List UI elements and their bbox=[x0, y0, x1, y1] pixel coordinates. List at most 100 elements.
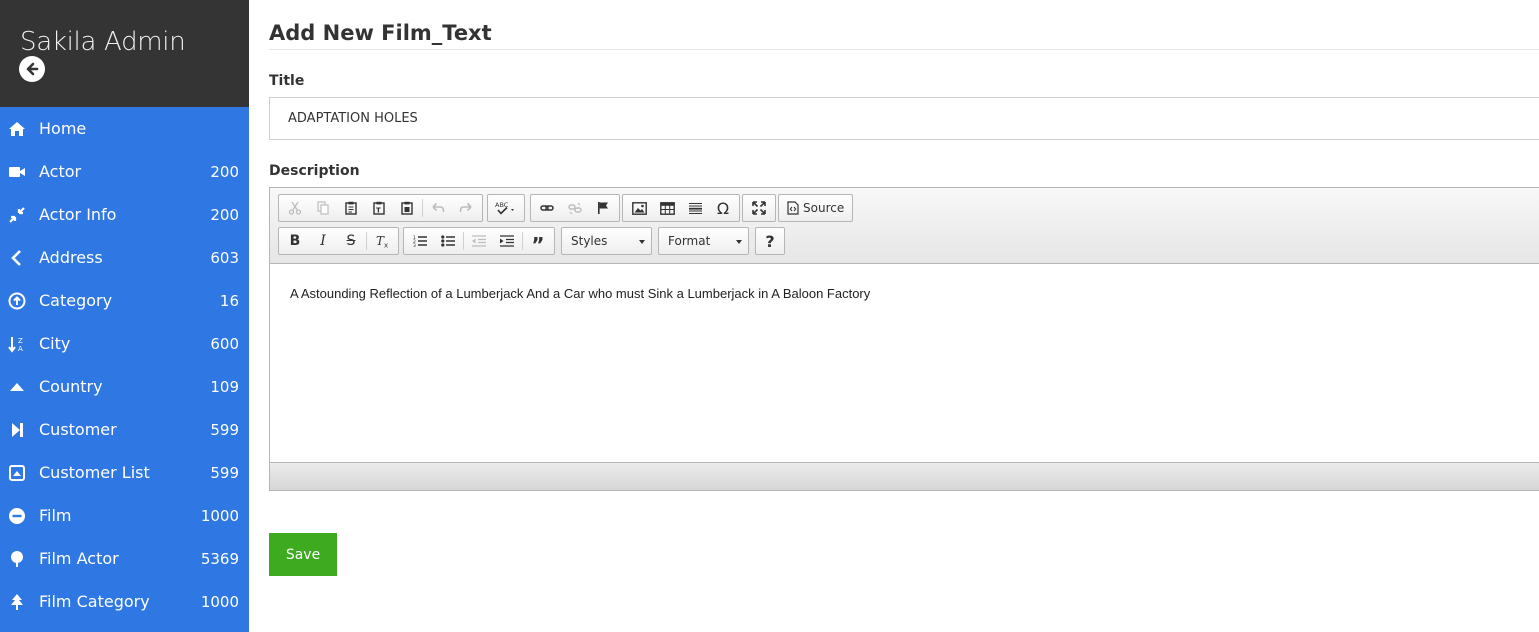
toolbar-separator bbox=[366, 232, 367, 250]
description-label: Description bbox=[269, 163, 360, 179]
sidebar: Sakila Admin Home Actor 200 Actor Info 2… bbox=[0, 0, 249, 632]
maximize-icon[interactable] bbox=[745, 196, 773, 220]
undo-icon[interactable] bbox=[424, 196, 452, 220]
sidebar-item-count: 109 bbox=[210, 377, 239, 396]
indent-icon[interactable] bbox=[493, 229, 521, 253]
help-icon[interactable]: ? bbox=[758, 229, 782, 253]
copy-icon[interactable] bbox=[309, 196, 337, 220]
help-group: ? bbox=[755, 227, 785, 255]
sidebar-item-country[interactable]: Country 109 bbox=[0, 365, 249, 408]
sidebar-item-actor[interactable]: Actor 200 bbox=[0, 150, 249, 193]
arrow-circle-up-icon bbox=[8, 292, 26, 310]
sidebar-item-customer-list[interactable]: Customer List 599 bbox=[0, 451, 249, 494]
sidebar-item-label: City bbox=[39, 334, 71, 353]
save-button[interactable]: Save bbox=[269, 533, 337, 576]
paste-text-icon[interactable]: T bbox=[365, 196, 393, 220]
title-input[interactable] bbox=[269, 97, 1539, 140]
description-editor-area[interactable]: A Astounding Reflection of a Lumberjack … bbox=[270, 264, 1539, 464]
page-title: Add New Film_Text bbox=[269, 21, 492, 45]
bold-icon[interactable]: B bbox=[281, 229, 309, 253]
title-label: Title bbox=[269, 73, 305, 89]
compress-arrows-icon bbox=[8, 206, 26, 224]
source-group: Source bbox=[778, 194, 854, 222]
remove-format-icon[interactable]: Tx bbox=[368, 229, 396, 253]
maximize-group bbox=[742, 194, 776, 222]
chevron-down-icon bbox=[639, 240, 645, 244]
link-icon[interactable] bbox=[533, 196, 561, 220]
sidebar-item-customer[interactable]: Customer 599 bbox=[0, 408, 249, 451]
sidebar-item-label: Category bbox=[39, 291, 113, 310]
sidebar-item-label: Customer bbox=[39, 420, 117, 439]
sidebar-item-count: 200 bbox=[210, 162, 239, 181]
styles-dropdown[interactable]: Styles bbox=[561, 227, 652, 255]
numbered-list-icon[interactable]: 123 bbox=[406, 229, 434, 253]
blockquote-icon[interactable]: ” bbox=[524, 229, 552, 257]
step-forward-icon bbox=[8, 421, 26, 439]
toolbar-separator bbox=[463, 232, 464, 250]
app-root: Sakila Admin Home Actor 200 Actor Info 2… bbox=[0, 0, 1539, 632]
editor-statusbar bbox=[270, 462, 1539, 490]
format-dropdown[interactable]: Format bbox=[658, 227, 749, 255]
clipboard-group: T bbox=[278, 194, 483, 222]
basic-styles-group: B I S Tx bbox=[278, 227, 399, 255]
table-icon[interactable] bbox=[653, 196, 681, 220]
strikethrough-icon[interactable]: S bbox=[337, 229, 365, 253]
title-divider bbox=[269, 49, 1539, 50]
sidebar-item-label: Home bbox=[39, 119, 87, 138]
pine-tree-icon bbox=[8, 593, 26, 611]
sidebar-item-home[interactable]: Home bbox=[0, 107, 249, 150]
app-title: Sakila Admin bbox=[20, 27, 186, 57]
link-group bbox=[530, 194, 620, 222]
sidebar-menu: Home Actor 200 Actor Info 200 Address 60… bbox=[0, 107, 249, 623]
sidebar-item-label: Address bbox=[39, 248, 103, 267]
paste-icon[interactable] bbox=[337, 196, 365, 220]
sidebar-item-count: 600 bbox=[210, 334, 239, 353]
back-arrow-icon[interactable] bbox=[19, 56, 45, 82]
caret-square-up-icon bbox=[8, 464, 26, 482]
sidebar-item-count: 5369 bbox=[200, 549, 239, 568]
spellcheck-icon[interactable]: ABC bbox=[490, 196, 522, 220]
bulleted-list-icon[interactable] bbox=[434, 229, 462, 253]
chevron-left-icon bbox=[8, 249, 26, 267]
sidebar-item-address[interactable]: Address 603 bbox=[0, 236, 249, 279]
outdent-icon[interactable] bbox=[465, 229, 493, 253]
sidebar-item-category[interactable]: Category 16 bbox=[0, 279, 249, 322]
sidebar-item-label: Country bbox=[39, 377, 103, 396]
sidebar-item-actor-info[interactable]: Actor Info 200 bbox=[0, 193, 249, 236]
video-camera-icon bbox=[8, 163, 26, 181]
list-group: 123 ” bbox=[403, 227, 555, 257]
toolbar-separator bbox=[422, 199, 423, 217]
sidebar-item-count: 200 bbox=[210, 205, 239, 224]
sidebar-item-count: 1000 bbox=[200, 592, 239, 611]
paste-word-icon[interactable] bbox=[393, 196, 421, 220]
special-char-icon[interactable]: Ω bbox=[709, 196, 737, 220]
sidebar-item-film[interactable]: Film 1000 bbox=[0, 494, 249, 537]
cut-icon[interactable] bbox=[281, 196, 309, 220]
horizontal-rule-icon[interactable] bbox=[681, 196, 709, 220]
svg-text:3: 3 bbox=[413, 243, 416, 247]
anchor-flag-icon[interactable] bbox=[589, 196, 617, 220]
svg-text:T: T bbox=[376, 207, 381, 215]
caret-up-icon bbox=[8, 378, 26, 396]
source-button[interactable]: Source bbox=[781, 196, 850, 220]
sidebar-item-count: 603 bbox=[210, 248, 239, 267]
tree-icon bbox=[8, 550, 26, 568]
sidebar-item-count: 599 bbox=[210, 420, 239, 439]
sidebar-item-count: 1000 bbox=[200, 506, 239, 525]
sidebar-item-city[interactable]: ZA City 600 bbox=[0, 322, 249, 365]
minus-circle-icon bbox=[8, 507, 26, 525]
image-icon[interactable] bbox=[625, 196, 653, 220]
sidebar-item-count: 16 bbox=[219, 291, 239, 310]
sidebar-item-label: Film Actor bbox=[39, 549, 119, 568]
italic-icon[interactable]: I bbox=[309, 229, 337, 253]
sidebar-item-label: Actor Info bbox=[39, 205, 117, 224]
sidebar-item-label: Customer List bbox=[39, 463, 150, 482]
unlink-icon[interactable] bbox=[561, 196, 589, 220]
editor-toolbar: T ABC Ω Source B I S T x 1 2 3 ” Styles … bbox=[270, 188, 1539, 264]
sidebar-item-film-actor[interactable]: Film Actor 5369 bbox=[0, 537, 249, 580]
sidebar-item-film-category[interactable]: Film Category 1000 bbox=[0, 580, 249, 623]
sidebar-item-label: Film bbox=[39, 506, 72, 525]
redo-icon[interactable] bbox=[452, 196, 480, 220]
sidebar-item-count: 599 bbox=[210, 463, 239, 482]
chevron-down-icon bbox=[736, 240, 742, 244]
